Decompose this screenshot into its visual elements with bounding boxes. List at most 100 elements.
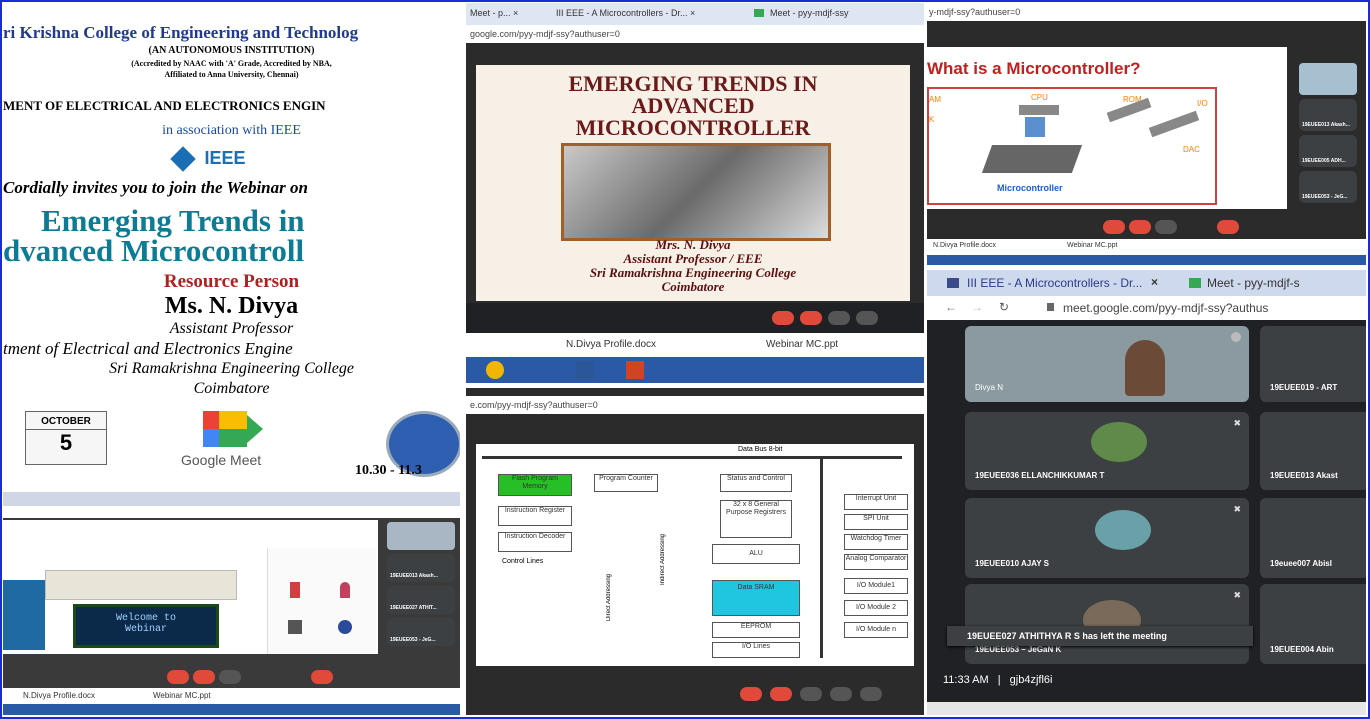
tab-close-icon[interactable]: × <box>1151 275 1158 289</box>
browser-tab[interactable]: Meet - p... × <box>470 8 518 18</box>
led-icon[interactable] <box>340 582 350 598</box>
diagram-label-cpu: CPU <box>1031 93 1048 102</box>
meet-icon <box>1189 278 1201 288</box>
participant-tile[interactable]: ✖ 19EUEE010 AJAY S <box>965 498 1249 578</box>
browser-tab[interactable]: Meet - pyy-mdjf-ssy <box>770 8 849 18</box>
download-item[interactable]: Webinar MC.ppt <box>153 691 211 700</box>
down-arrow-icon <box>1025 117 1045 137</box>
browser-tab[interactable]: Meet - pyy-mdjf-s <box>1207 276 1300 290</box>
url-text: y-mdjf-ssy?authuser=0 <box>929 7 1021 17</box>
slide-presenter-city: Coimbatore <box>661 279 725 294</box>
calendar-month: OCTOBER <box>26 412 106 430</box>
participant-tile-presenter[interactable]: Divya N <box>965 326 1249 402</box>
io-module-block: I/O Module1 <box>844 578 908 594</box>
mic-off-button[interactable] <box>1103 220 1125 234</box>
raise-hand-button[interactable] <box>830 687 852 701</box>
raise-hand-button[interactable] <box>856 311 878 325</box>
io-lines-block: I/O Lines <box>712 642 800 658</box>
interrupt-unit-block: Interrupt Unit <box>844 494 908 510</box>
micro-slide-title: What is a Microcontroller? <box>927 59 1141 78</box>
url-bar[interactable] <box>3 506 460 518</box>
raise-hand-button[interactable] <box>219 670 241 684</box>
camera-off-button[interactable] <box>1129 220 1151 234</box>
download-item[interactable]: Webinar MC.ppt <box>1067 242 1117 249</box>
present-button[interactable] <box>860 687 882 701</box>
circuit-workspace: Welcome to Webinar <box>3 520 378 654</box>
browser-tabbar <box>3 492 460 506</box>
participant-tile[interactable]: 19EUEE053 - JeG... <box>1299 171 1357 203</box>
meeting-info-separator: | <box>997 674 1001 686</box>
resource-person-label: Resource Person <box>163 271 300 292</box>
url-bar[interactable]: y-mdjf-ssy?authuser=0 <box>927 3 1366 21</box>
download-bar: N.Divya Profile.docx Webinar MC.ppt <box>927 239 1366 255</box>
camera-off-button[interactable] <box>800 311 822 325</box>
potentiometer-icon[interactable] <box>338 620 352 634</box>
mic-off-button[interactable] <box>740 687 762 701</box>
department-line: MENT OF ELECTRICAL AND ELECTRONICS ENGIN <box>3 98 326 113</box>
participant-tile[interactable]: 19EUEE013 Akash... <box>1299 99 1357 131</box>
leave-call-button[interactable] <box>311 670 333 684</box>
participant-tile[interactable]: 19EUEE019 - ART <box>1260 326 1366 402</box>
browser-tab[interactable]: III EEE - A Microcontrollers - Dr... <box>967 276 1142 290</box>
forward-icon[interactable]: → <box>971 300 983 314</box>
camera-off-button[interactable] <box>193 670 215 684</box>
direct-addressing-label: Direct Addressing <box>606 574 612 622</box>
webinar-title-line2: dvanced Microcontroll <box>3 233 305 268</box>
taskbar <box>927 255 1366 265</box>
chrome-icon[interactable] <box>486 361 504 379</box>
meet-icon <box>754 9 764 17</box>
spi-unit-block: SPI Unit <box>844 514 908 530</box>
lightbulb-icon[interactable] <box>290 582 300 598</box>
download-item[interactable]: Webinar MC.ppt <box>766 339 838 350</box>
slide-canvas: EMERGING TRENDS IN ADVANCED MICROCONTROL… <box>476 65 910 301</box>
reload-icon[interactable]: ↻ <box>999 300 1009 314</box>
register-file-block: 32 x 8 General Purpose Registrers <box>720 500 792 538</box>
word-icon[interactable] <box>576 361 594 379</box>
mic-off-icon: ✖ <box>1233 504 1241 514</box>
microcontroller-chip-icon <box>981 145 1083 173</box>
url-text: google.com/pyy-mdjf-ssy?authuser=0 <box>470 29 620 39</box>
leave-call-button[interactable] <box>1217 220 1239 234</box>
eeprom-block: EEPROM <box>712 622 800 638</box>
url-bar[interactable]: ← → ↻ meet.google.com/pyy-mdjf-ssy?authu… <box>927 296 1366 320</box>
url-bar[interactable]: e.com/pyy-mdjf-ssy?authuser=0 <box>466 396 924 414</box>
participant-tile[interactable]: ✖ 19EUEE053 – JeGaN K <box>965 584 1249 664</box>
vertical-bus-line <box>820 458 823 658</box>
google-meet-label: Google Meet <box>181 452 262 468</box>
participant-tile[interactable]: 19euee007 Abisl <box>1260 498 1366 578</box>
download-item[interactable]: N.Divya Profile.docx <box>23 691 95 700</box>
participant-tile[interactable]: 19EUEE004 Abin <box>1260 584 1366 664</box>
self-view-tile <box>387 522 455 550</box>
download-item[interactable]: N.Divya Profile.docx <box>933 242 996 249</box>
participant-tile[interactable]: 19EUEE013 Akast <box>1260 412 1366 490</box>
camera-off-button[interactable] <box>770 687 792 701</box>
presenter-avatar <box>1125 340 1165 396</box>
micro-slide: What is a Microcontroller? AM CPU ROM I/… <box>927 47 1287 209</box>
diagram-label-k: K <box>929 115 935 124</box>
meeting-code: gjb4zjfl6i <box>1009 674 1053 686</box>
browser-tab[interactable]: III EEE - A Microcontrollers - Dr... × <box>556 8 695 18</box>
ieee-diamond-icon <box>170 145 196 172</box>
captions-button[interactable] <box>800 687 822 701</box>
mic-off-button[interactable] <box>167 670 189 684</box>
powerpoint-icon[interactable] <box>626 361 644 379</box>
participant-tile[interactable]: 19EUEE013 Akash... <box>387 554 455 582</box>
program-counter-block: Program Counter <box>594 474 658 492</box>
participant-tile[interactable]: 19EUEE005 ADH... <box>1299 135 1357 167</box>
lcd-display: Welcome to Webinar <box>73 604 219 648</box>
lock-icon <box>1047 303 1054 311</box>
download-item[interactable]: N.Divya Profile.docx <box>566 339 656 350</box>
url-text: e.com/pyy-mdjf-ssy?authuser=0 <box>470 400 598 410</box>
mic-off-button[interactable] <box>772 311 794 325</box>
status-control-block: Status and Control <box>720 474 792 492</box>
taskbar <box>3 704 460 715</box>
back-icon[interactable]: ← <box>945 300 957 314</box>
url-bar[interactable]: google.com/pyy-mdjf-ssy?authuser=0 <box>466 25 924 43</box>
diagram-label-am: AM <box>929 95 941 104</box>
participant-tile[interactable]: 19EUEE027 ATHIT... <box>387 586 455 614</box>
captions-button[interactable] <box>828 311 850 325</box>
raise-hand-button[interactable] <box>1155 220 1177 234</box>
participant-tile[interactable]: 19EUEE053 - JeG... <box>387 618 455 646</box>
participant-tile[interactable]: ✖ 19EUEE036 ELLANCHIKKUMAR T <box>965 412 1249 490</box>
pushbutton-icon[interactable] <box>288 620 302 634</box>
